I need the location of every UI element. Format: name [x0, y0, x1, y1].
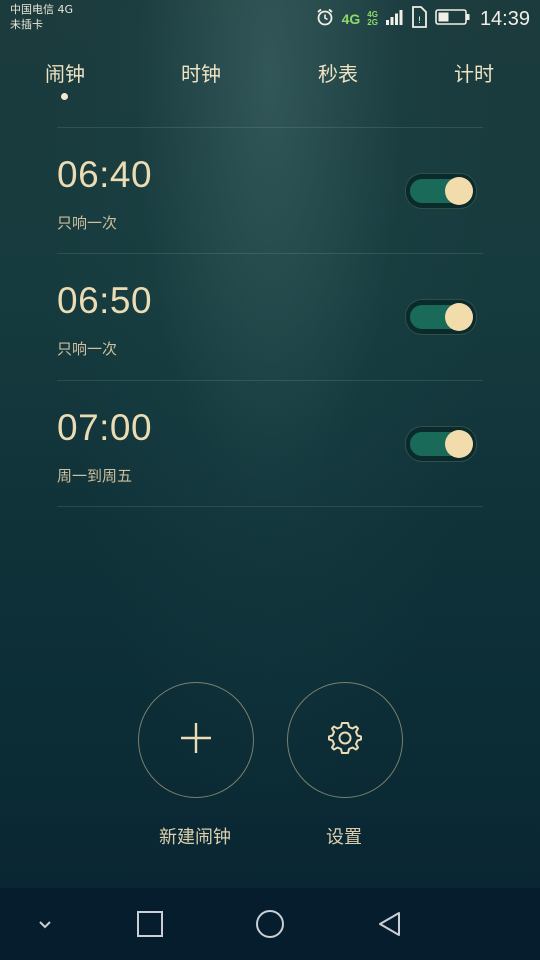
tab-alarm[interactable]: 闹钟: [25, 58, 105, 87]
carrier-info: 中国电信 4G 未插卡: [10, 2, 73, 32]
new-alarm-button[interactable]: [138, 682, 254, 798]
alarm-repeat: 只响一次: [57, 214, 118, 232]
sim-icon: !: [410, 6, 428, 32]
alarm-toggle[interactable]: [405, 426, 477, 462]
toggle-knob: [445, 177, 473, 205]
alarm-item[interactable]: 07:00 周一到周五: [57, 381, 483, 507]
tab-timer[interactable]: 计时: [434, 58, 514, 87]
svg-text:!: !: [418, 16, 422, 26]
alarm-item[interactable]: 06:40 只响一次: [57, 128, 483, 254]
status-icons: 4G 4G 2G ! 14:39: [315, 6, 530, 32]
signal-icon: [385, 8, 403, 30]
alarm-repeat: 只响一次: [57, 340, 118, 358]
plus-icon: [179, 721, 213, 759]
back-triangle-icon[interactable]: [370, 906, 410, 942]
carrier-name: 中国电信 4G: [10, 3, 74, 16]
status-time: 14:39: [479, 7, 530, 30]
sim-status: 未插卡: [10, 18, 43, 31]
gear-icon: [326, 719, 364, 761]
divider: [57, 506, 483, 507]
active-tab-indicator: [61, 93, 68, 100]
alarm-toggle[interactable]: [405, 299, 477, 335]
alarm-repeat: 周一到周五: [57, 467, 133, 485]
status-bar: 中国电信 4G 未插卡 4G 4G 2G ! 14:39: [0, 0, 540, 38]
home-circle-icon[interactable]: [250, 906, 290, 942]
mini-network-badge: 4G 2G: [367, 11, 378, 27]
navigation-bar: [0, 888, 540, 960]
recents-square-icon[interactable]: [130, 906, 170, 942]
alarm-time: 06:50: [57, 280, 153, 321]
tab-world-clock[interactable]: 时钟: [161, 58, 241, 87]
tab-stopwatch[interactable]: 秒表: [298, 58, 378, 87]
new-alarm-label: 新建闹钟: [159, 827, 231, 848]
alarm-icon: [315, 7, 335, 31]
settings-button[interactable]: [287, 682, 403, 798]
toggle-knob: [445, 430, 473, 458]
toggle-knob: [445, 303, 473, 331]
network-type: 4G: [341, 11, 361, 27]
chevron-down-icon[interactable]: [25, 906, 65, 942]
alarm-item[interactable]: 06:50 只响一次: [57, 254, 483, 380]
mini-network-bottom: 2G: [367, 18, 378, 27]
clock-tabs: 闹钟 时钟 秒表 计时: [0, 58, 540, 100]
alarm-time: 06:40: [57, 154, 153, 195]
battery-icon: [435, 8, 471, 30]
settings-label: 设置: [326, 827, 362, 848]
alarm-toggle[interactable]: [405, 173, 477, 209]
alarm-time: 07:00: [57, 407, 153, 448]
